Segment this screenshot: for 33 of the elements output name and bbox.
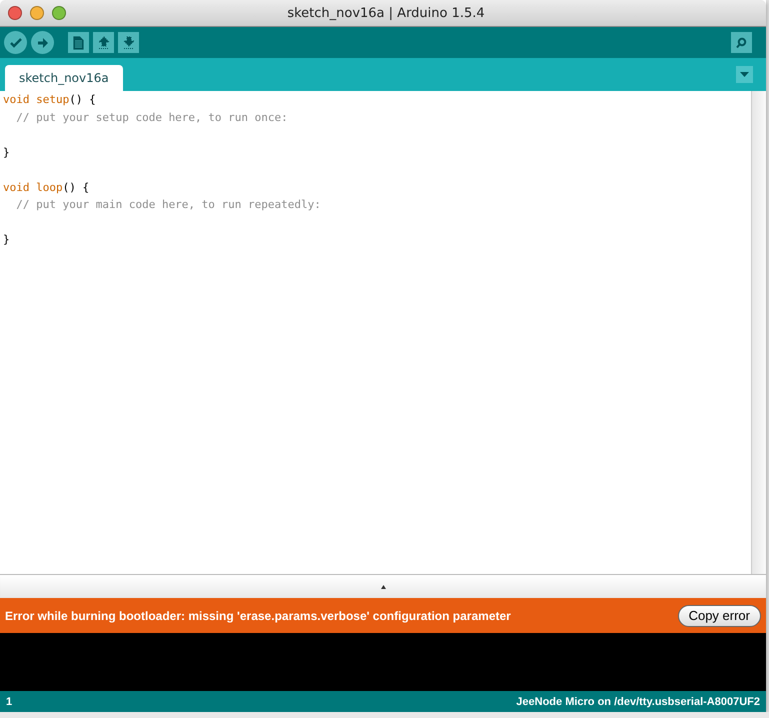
caret-icon	[740, 72, 749, 77]
code-line: // put your main code here, to run repeatedly:	[15, 197, 322, 213]
board-port: JeeNode Micro on /dev/tty.usbserial-A8007UF2	[516, 696, 760, 708]
error-message: Error while burning bootloader: missing 'erase.params.verbose' configuration parameter	[5, 608, 511, 622]
down-arrow-icon	[122, 36, 134, 50]
serial-monitor-button[interactable]	[731, 32, 752, 53]
verify-button[interactable]	[4, 31, 27, 54]
code-line: // put your setup code here, to run once:	[15, 110, 289, 126]
up-arrow-icon	[98, 36, 110, 50]
upload-button[interactable]	[31, 31, 54, 54]
code-editor[interactable]: void setup() { // put your setup code here, to run once: } void loop() { // put your main code here, to run repeatedly: }	[0, 91, 751, 574]
tab-menu-button[interactable]	[736, 66, 753, 83]
document-icon	[73, 36, 84, 50]
copy-error-button[interactable]: Copy error	[678, 604, 761, 626]
code-line: void loop() {	[2, 180, 90, 196]
code-line: }	[2, 232, 11, 248]
zoom-button[interactable]	[52, 6, 66, 20]
save-button[interactable]	[118, 32, 139, 53]
right-arrow-icon	[36, 36, 48, 48]
grip-icon	[380, 584, 386, 588]
window-title: sketch_nov16a | Arduino 1.5.4	[287, 6, 485, 20]
new-button[interactable]	[68, 32, 89, 53]
checkmark-icon	[10, 36, 22, 48]
code-line: }	[2, 144, 11, 160]
open-button[interactable]	[93, 32, 114, 53]
minimize-button[interactable]	[30, 6, 44, 20]
sketch-tab[interactable]: sketch_nov16a	[5, 65, 123, 91]
scrollbar[interactable]	[751, 91, 766, 574]
code-line: void setup() {	[2, 92, 97, 108]
magnifier-icon	[734, 36, 749, 48]
splitter[interactable]	[0, 574, 766, 598]
close-button[interactable]	[8, 6, 22, 20]
line-number: 1	[6, 696, 12, 708]
